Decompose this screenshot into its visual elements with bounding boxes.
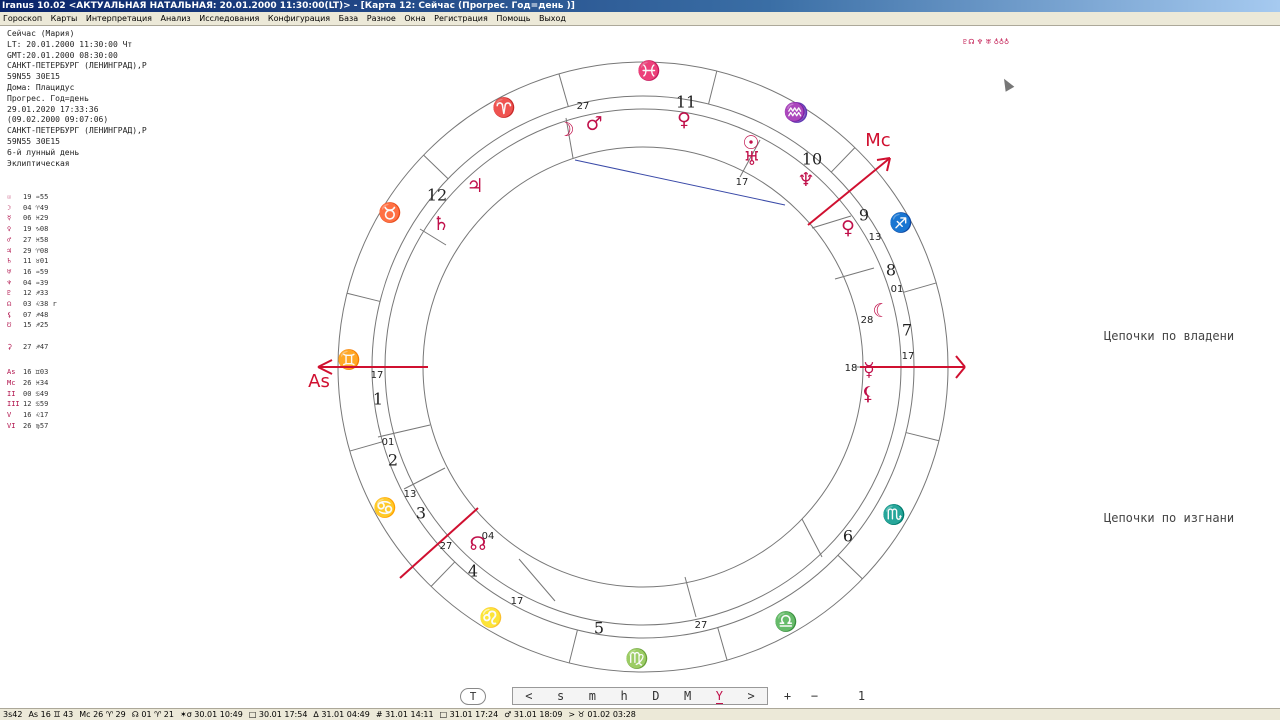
zodiac-divider — [423, 154, 449, 180]
planet-glyph-icon: ☊ — [470, 533, 487, 555]
status-field: 3s42 — [3, 710, 23, 719]
status-field: ☊ 01 ♈ 21 — [131, 710, 174, 719]
zodiac-inner-ring — [371, 95, 915, 639]
degree-label: 17 — [371, 370, 384, 381]
ic-axis-line — [399, 507, 479, 579]
zodiac-sign-icon: ♈ — [492, 96, 516, 119]
house-number: 6 — [843, 527, 853, 546]
house-outer-ring — [384, 108, 902, 626]
zodiac-divider — [830, 147, 856, 173]
time-scale-option[interactable]: s — [557, 689, 564, 703]
zodiac-divider — [905, 432, 940, 442]
time-navigation: T < s m h D M Y > + − 1 — [460, 686, 875, 706]
planet-glyph-icon: ♀ — [677, 109, 691, 131]
status-field: ✶σ 30.01 10:49 — [179, 710, 243, 719]
time-scale-option[interactable]: M — [684, 689, 691, 703]
house-number: 8 — [886, 261, 896, 280]
ownership-chains-title: Цепочки по владени — [1104, 329, 1235, 343]
time-scale-option[interactable]: h — [621, 689, 628, 703]
time-scale-option[interactable]: m — [589, 689, 596, 703]
house-cusp-line — [684, 576, 697, 618]
status-field: Mc 26 ♈ 29 — [79, 710, 126, 719]
house-cusp-line — [801, 518, 823, 558]
house-number: 10 — [802, 150, 822, 169]
time-scale-option[interactable]: D — [652, 689, 659, 703]
status-bar: 3s42 As 16 ♊ 43 Mc 26 ♈ 29 ☊ 01 ♈ 21 ✶σ 30.0… — [0, 708, 1280, 720]
degree-label: 17 — [511, 596, 524, 607]
planet-glyph-icon: ♅ — [743, 148, 760, 170]
planet-glyph-icon: ♆ — [797, 169, 814, 191]
house-number: 4 — [468, 562, 478, 581]
house-inner-ring — [422, 146, 864, 588]
degree-label: 01 — [382, 437, 395, 448]
zodiac-divider — [349, 441, 383, 452]
zodiac-sign-icon: ♏ — [882, 503, 906, 526]
status-field: As 16 ♊ 43 — [28, 710, 74, 719]
status-field: ∆ 31.01 04:49 — [313, 710, 370, 719]
step-back-button[interactable]: − — [801, 689, 828, 703]
degree-label: 28 — [861, 315, 874, 326]
house-number: 1 — [373, 390, 383, 409]
step-size-value[interactable]: 1 — [848, 689, 875, 703]
planet-glyph-icon: ⚸ — [861, 383, 875, 405]
exile-chains-title: Цепочки по изгнани — [1104, 511, 1235, 525]
step-forward-button[interactable]: + — [774, 689, 801, 703]
planet-glyph-icon: ♄ — [432, 213, 449, 235]
status-field: ♂ 31.01 18:09 — [504, 710, 563, 719]
house-number: 9 — [859, 206, 869, 225]
zodiac-sign-icon: ♍ — [625, 647, 649, 670]
planet-glyph-icon: ☾ — [872, 300, 889, 322]
degree-label: 27 — [695, 620, 708, 631]
zodiac-divider — [708, 70, 718, 105]
asc-label: As — [308, 371, 330, 392]
house-cusp-line — [377, 424, 431, 438]
zodiac-sign-icon: ♋ — [373, 496, 397, 519]
time-scale-option[interactable]: > — [748, 689, 755, 703]
status-field: □ 31.01 17:24 — [439, 710, 499, 719]
natal-chart-wheel[interactable]: ♓♈♉♊♋♌♍♎♏♐♑♒1234567891011122717271701131… — [0, 0, 1280, 720]
time-scale-option[interactable]: Y — [715, 689, 723, 704]
degree-label: 27 — [440, 541, 453, 552]
zodiac-divider — [837, 554, 863, 580]
degree-label: 17 — [736, 177, 749, 188]
zodiac-divider — [346, 292, 381, 302]
planet-glyph-icon: ♃ — [466, 175, 483, 197]
house-number: 2 — [388, 451, 398, 470]
degree-label: 01 — [891, 284, 904, 295]
zodiac-sign-icon: ♉ — [378, 201, 402, 224]
planet-glyph-icon: ♀ — [841, 217, 855, 239]
status-field: # 31.01 14:11 — [375, 710, 434, 719]
time-button[interactable]: T — [460, 687, 486, 705]
house-number: 7 — [902, 321, 912, 340]
zodiac-divider — [430, 561, 456, 587]
zodiac-sign-icon: ♌ — [479, 606, 503, 629]
house-number: 3 — [416, 504, 426, 523]
status-field: □ 30.01 17:54 — [248, 710, 308, 719]
planet-glyph-icon: ♂ — [585, 113, 602, 135]
house-cusp-line — [834, 267, 875, 280]
status-field: > ♉ 01.02 03:28 — [568, 710, 636, 719]
zodiac-divider — [903, 282, 937, 293]
zodiac-sign-icon: ♓ — [637, 59, 661, 82]
degree-label: 27 — [577, 101, 590, 112]
zodiac-divider — [717, 627, 728, 661]
time-scale-selector: < s m h D M Y > — [512, 687, 768, 705]
planet-glyph-icon: ☽ — [557, 119, 574, 141]
planet-glyph-icon: ☿ — [863, 359, 875, 381]
house-cusp-line — [518, 558, 556, 602]
degree-label: 13 — [869, 232, 882, 243]
mc-label: Mc — [865, 130, 890, 151]
degree-label: 13 — [404, 489, 417, 500]
zodiac-sign-icon: ♐ — [889, 211, 913, 234]
time-scale-option[interactable]: < — [525, 689, 532, 703]
zodiac-divider — [558, 73, 569, 107]
degree-label: 17 — [902, 351, 915, 362]
house-number: 12 — [427, 186, 447, 205]
zodiac-divider — [568, 629, 578, 664]
zodiac-sign-icon: ♎ — [774, 610, 798, 633]
degree-label: 18 — [845, 363, 858, 374]
zodiac-sign-icon: ♒ — [784, 101, 806, 123]
house-number: 5 — [594, 619, 604, 638]
